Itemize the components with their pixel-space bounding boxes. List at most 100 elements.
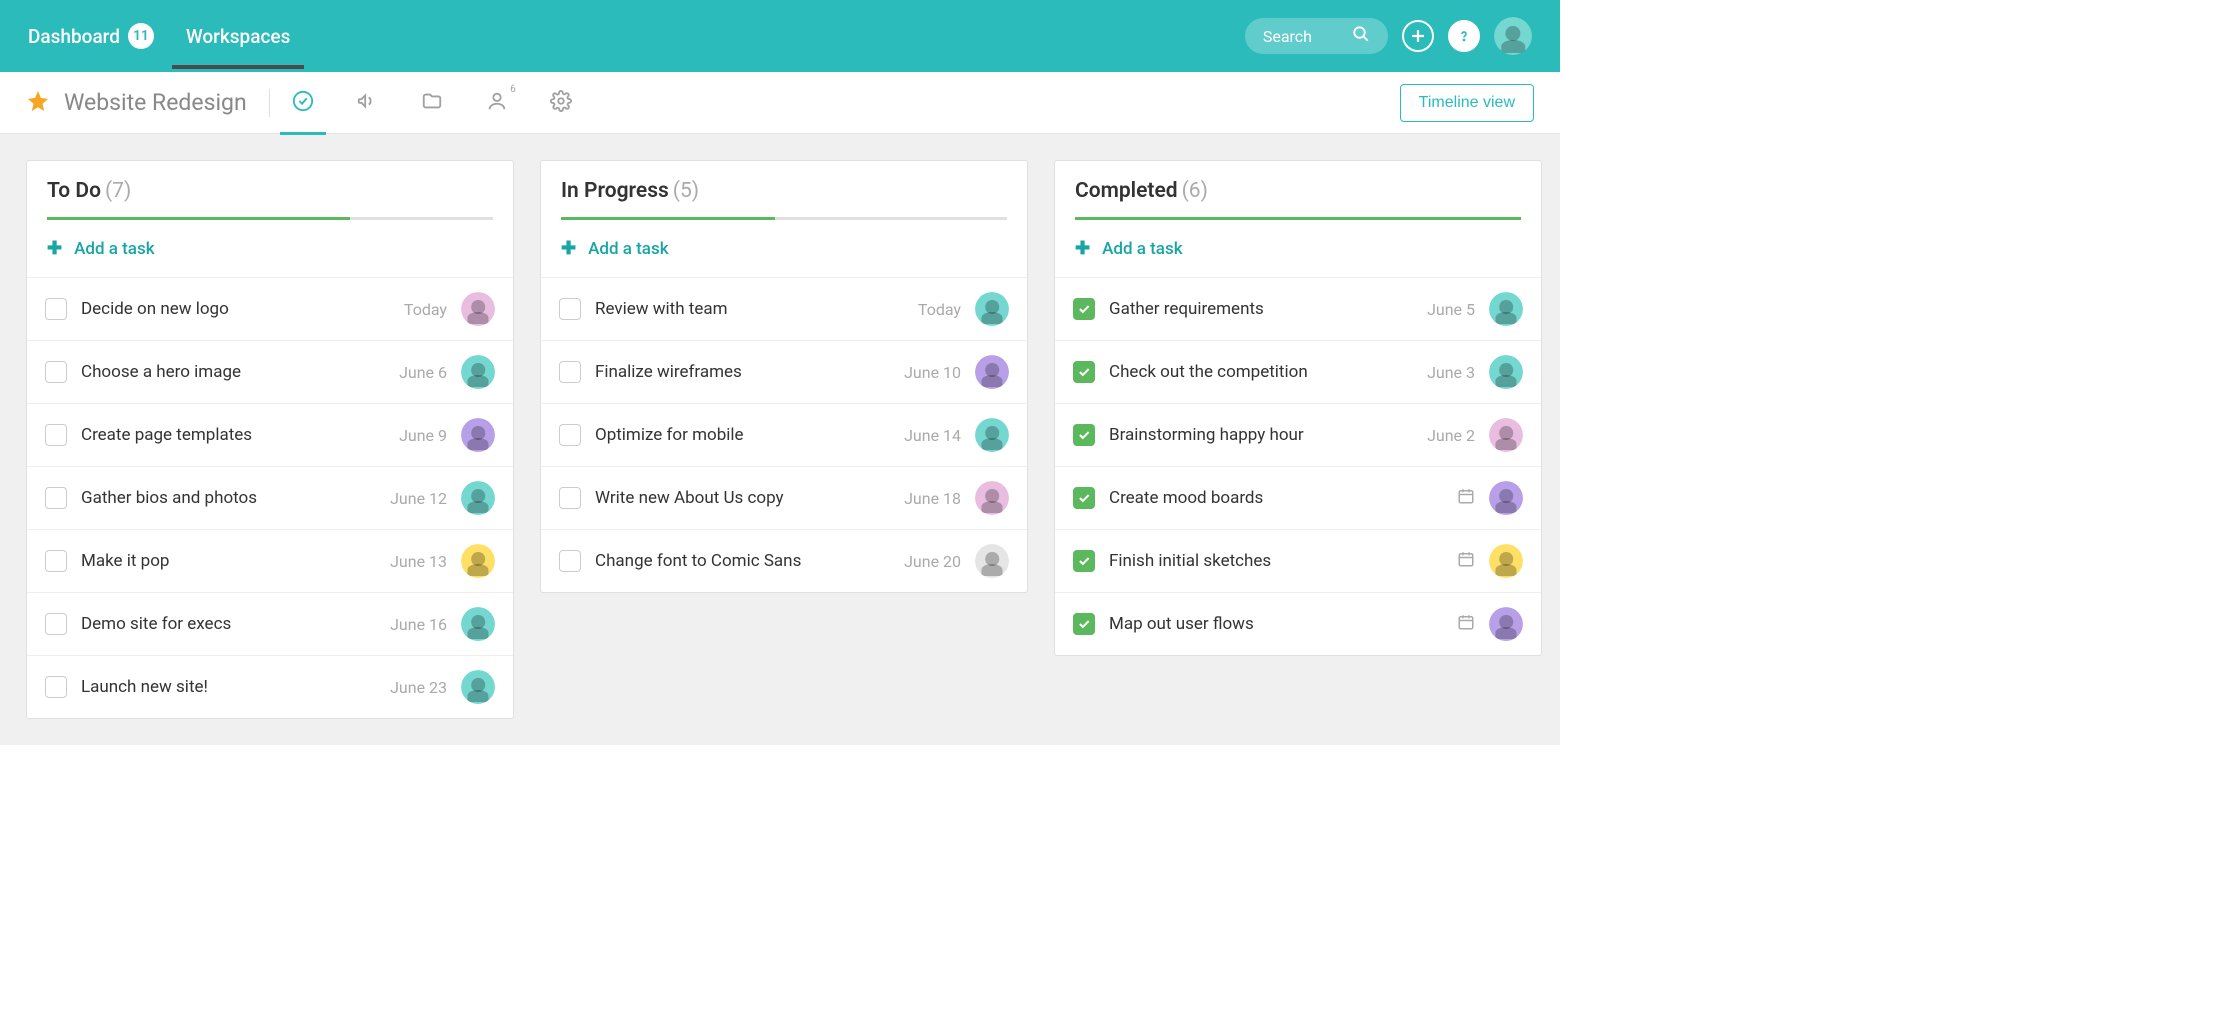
task-checkbox[interactable] <box>45 424 67 446</box>
task-row[interactable]: Change font to Comic SansJune 20 <box>541 530 1027 592</box>
task-checkbox[interactable] <box>45 613 67 635</box>
task-checkbox[interactable] <box>1073 487 1095 509</box>
task-checkbox[interactable] <box>45 361 67 383</box>
task-title: Finalize wireframes <box>595 362 890 382</box>
task-row[interactable]: Map out user flows <box>1055 593 1541 655</box>
task-date: June 10 <box>904 363 961 382</box>
task-checkbox[interactable] <box>559 487 581 509</box>
user-avatar[interactable] <box>1494 17 1532 55</box>
announcements-icon[interactable] <box>356 72 378 134</box>
task-row[interactable]: Make it popJune 13 <box>27 530 513 593</box>
task-date: June 18 <box>904 489 961 508</box>
files-icon[interactable] <box>420 72 444 134</box>
add-task-button[interactable]: ✚Add a task <box>27 220 513 277</box>
plus-icon: ✚ <box>1075 238 1090 259</box>
search-input[interactable]: Search <box>1245 18 1388 54</box>
task-checkbox[interactable] <box>1073 361 1095 383</box>
task-title: Review with team <box>595 299 904 319</box>
nav-dashboard-badge: 11 <box>128 23 154 49</box>
task-title: Create page templates <box>81 425 385 445</box>
assignee-avatar[interactable] <box>1489 607 1523 641</box>
assignee-avatar[interactable] <box>975 418 1009 452</box>
assignee-avatar[interactable] <box>975 481 1009 515</box>
task-checkbox[interactable] <box>45 550 67 572</box>
add-button[interactable] <box>1402 20 1434 52</box>
task-row[interactable]: Finalize wireframes June 10 <box>541 341 1027 404</box>
task-checkbox[interactable] <box>1073 298 1095 320</box>
task-row[interactable]: Decide on new logoToday <box>27 278 513 341</box>
task-checkbox[interactable] <box>1073 613 1095 635</box>
assignee-avatar[interactable] <box>461 670 495 704</box>
assignee-avatar[interactable] <box>975 355 1009 389</box>
task-title: Change font to Comic Sans <box>595 551 890 571</box>
nav-dashboard-label: Dashboard <box>28 25 120 48</box>
task-row[interactable]: Gather requirementsJune 5 <box>1055 278 1541 341</box>
task-row[interactable]: Gather bios and photosJune 12 <box>27 467 513 530</box>
task-row[interactable]: Launch new site!June 23 <box>27 656 513 718</box>
task-date: June 3 <box>1427 363 1475 382</box>
assignee-avatar[interactable] <box>461 292 495 326</box>
assignee-avatar[interactable] <box>461 481 495 515</box>
task-title: Map out user flows <box>1109 614 1443 634</box>
assignee-avatar[interactable] <box>1489 355 1523 389</box>
column-count: (5) <box>673 179 699 203</box>
star-icon[interactable] <box>26 89 50 117</box>
assignee-avatar[interactable] <box>461 544 495 578</box>
assignee-avatar[interactable] <box>1489 292 1523 326</box>
kanban-column: In Progress (5)✚Add a taskReview with te… <box>540 160 1028 593</box>
timeline-view-button[interactable]: Timeline view <box>1400 84 1534 122</box>
task-checkbox[interactable] <box>45 676 67 698</box>
kanban-column: Completed (6)✚Add a taskGather requireme… <box>1054 160 1542 656</box>
column-header: To Do (7) <box>27 161 513 220</box>
nav-workspaces[interactable]: Workspaces <box>186 4 290 69</box>
people-icon[interactable]: 6 <box>486 72 508 134</box>
task-checkbox[interactable] <box>559 298 581 320</box>
column-title: Completed <box>1075 179 1178 203</box>
task-checkbox[interactable] <box>559 550 581 572</box>
task-date: June 23 <box>390 678 447 697</box>
settings-icon[interactable] <box>550 72 572 134</box>
task-row[interactable]: Create mood boards <box>1055 467 1541 530</box>
task-row[interactable]: Check out the competitionJune 3 <box>1055 341 1541 404</box>
nav-dashboard[interactable]: Dashboard 11 <box>28 2 154 70</box>
nav-left: Dashboard 11 Workspaces <box>28 2 290 70</box>
task-row[interactable]: Finish initial sketches <box>1055 530 1541 593</box>
task-row[interactable]: Write new About Us copyJune 18 <box>541 467 1027 530</box>
assignee-avatar[interactable] <box>1489 418 1523 452</box>
task-checkbox[interactable] <box>45 298 67 320</box>
progress-fill <box>1075 217 1521 220</box>
task-row[interactable]: Demo site for execs June 16 <box>27 593 513 656</box>
tasks-icon[interactable] <box>292 72 314 134</box>
task-row[interactable]: Review with teamToday <box>541 278 1027 341</box>
task-title: Demo site for execs <box>81 614 376 634</box>
assignee-avatar[interactable] <box>461 355 495 389</box>
task-checkbox[interactable] <box>45 487 67 509</box>
nav-right: Search <box>1245 17 1532 55</box>
add-task-button[interactable]: ✚Add a task <box>541 220 1027 277</box>
task-checkbox[interactable] <box>559 361 581 383</box>
help-button[interactable] <box>1448 20 1480 52</box>
column-header: Completed (6) <box>1055 161 1541 220</box>
assignee-avatar[interactable] <box>461 607 495 641</box>
assignee-avatar[interactable] <box>1489 544 1523 578</box>
task-date: Today <box>404 300 447 319</box>
task-date: June 16 <box>390 615 447 634</box>
task-row[interactable]: Create page templatesJune 9 <box>27 404 513 467</box>
task-title: Brainstorming happy hour <box>1109 425 1413 445</box>
task-title: Create mood boards <box>1109 488 1443 508</box>
add-task-button[interactable]: ✚Add a task <box>1055 220 1541 277</box>
assignee-avatar[interactable] <box>975 292 1009 326</box>
task-row[interactable]: Choose a hero imageJune 6 <box>27 341 513 404</box>
assignee-avatar[interactable] <box>975 544 1009 578</box>
task-row[interactable]: Optimize for mobileJune 14 <box>541 404 1027 467</box>
task-row[interactable]: Brainstorming happy hourJune 2 <box>1055 404 1541 467</box>
task-list: Gather requirementsJune 5Check out the c… <box>1055 277 1541 655</box>
task-list: Review with teamTodayFinalize wireframes… <box>541 277 1027 592</box>
task-checkbox[interactable] <box>1073 550 1095 572</box>
task-checkbox[interactable] <box>559 424 581 446</box>
search-icon <box>1352 25 1370 47</box>
column-count: (7) <box>105 179 131 203</box>
assignee-avatar[interactable] <box>461 418 495 452</box>
assignee-avatar[interactable] <box>1489 481 1523 515</box>
task-checkbox[interactable] <box>1073 424 1095 446</box>
